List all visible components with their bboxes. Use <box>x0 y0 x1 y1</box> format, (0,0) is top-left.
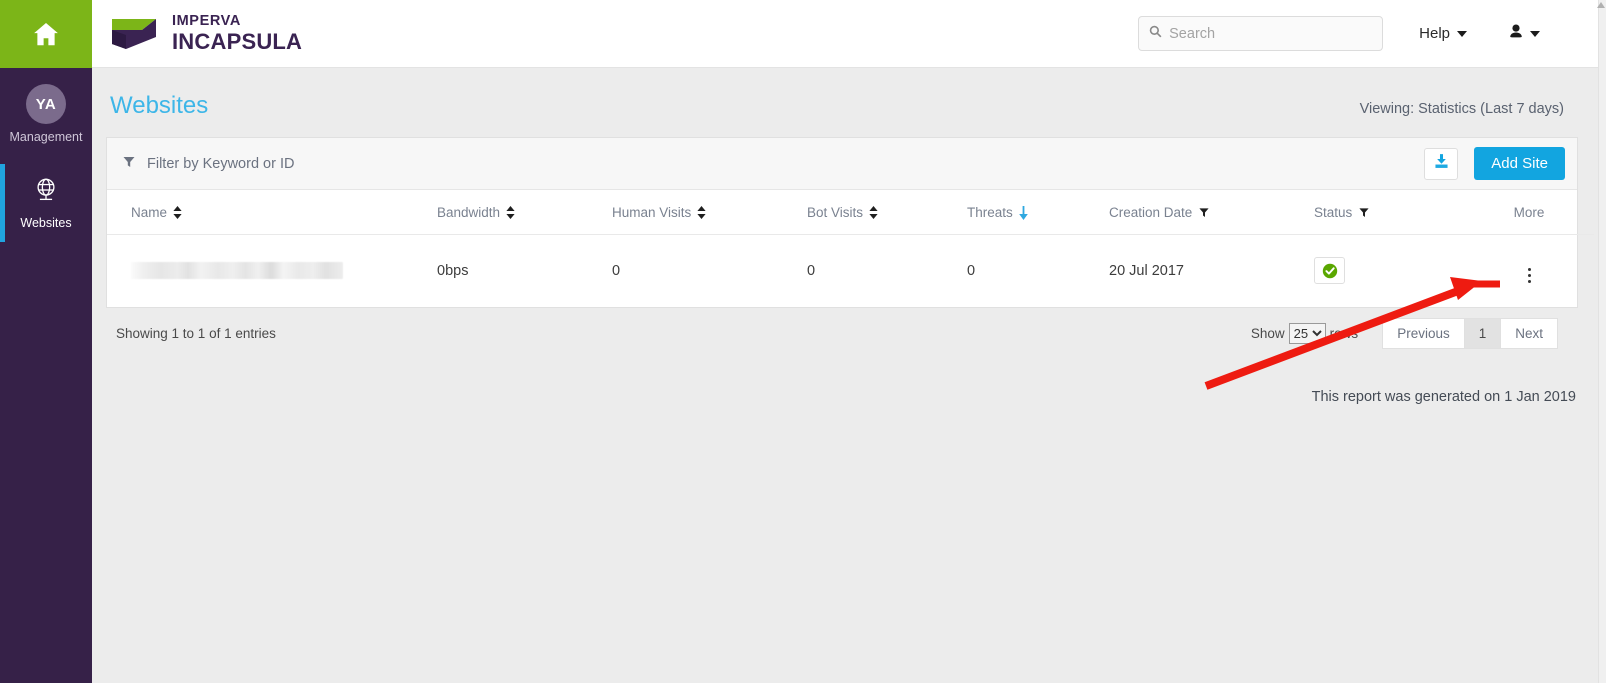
pagination-page-1[interactable]: 1 <box>1464 319 1502 348</box>
search-input[interactable] <box>1169 25 1373 42</box>
chevron-down-icon-user <box>1530 30 1540 37</box>
report-generated-note: This report was generated on 1 Jan 2019 <box>1311 389 1576 405</box>
cell-status <box>1314 235 1464 308</box>
add-site-button[interactable]: Add Site <box>1474 147 1565 180</box>
avatar: YA <box>26 84 66 124</box>
filter-icon-status <box>1359 208 1369 217</box>
table-body: 0bps 0 0 0 20 Jul 2017 <box>107 235 1594 308</box>
search-box[interactable] <box>1138 16 1384 51</box>
column-header-creation-date[interactable]: Creation Date <box>1109 190 1314 235</box>
redacted-site-name <box>131 262 343 279</box>
brand-logo[interactable]: IMPERVA INCAPSULA <box>109 13 302 55</box>
column-label-bandwidth: Bandwidth <box>437 205 501 220</box>
download-icon <box>1433 153 1450 175</box>
filter-icon-creation-date <box>1199 208 1209 217</box>
sidebar: YA Management Websites <box>0 0 92 683</box>
column-header-more: More <box>1464 190 1594 235</box>
pagination-previous[interactable]: Previous <box>1383 319 1465 348</box>
home-icon <box>31 19 61 49</box>
search-icon <box>1149 25 1162 43</box>
filter-icon <box>123 155 135 173</box>
cell-bot-visits: 0 <box>807 262 816 279</box>
sort-desc-active-icon <box>1018 205 1028 220</box>
cell-name <box>107 235 437 308</box>
table-footer: Showing 1 to 1 of 1 entries Show 25 rows… <box>106 308 1578 359</box>
column-header-bandwidth[interactable]: Bandwidth <box>437 190 612 235</box>
download-button[interactable] <box>1424 147 1459 180</box>
column-header-status[interactable]: Status <box>1314 190 1464 235</box>
vertical-scrollbar[interactable] <box>1597 0 1606 683</box>
chevron-down-icon <box>1457 30 1467 37</box>
scroll-up-arrow-icon[interactable] <box>1597 2 1605 8</box>
rows-per-page-select[interactable]: 25 <box>1288 323 1326 344</box>
help-label: Help <box>1419 25 1450 42</box>
table-header: Name Bandwidth Human Visits Bot Visits T… <box>107 190 1594 235</box>
column-label-human-visits: Human Visits <box>612 205 692 220</box>
column-header-name[interactable]: Name <box>107 190 437 235</box>
pagination-next[interactable]: Next <box>1501 319 1557 348</box>
check-circle-icon <box>1322 263 1337 278</box>
sites-card: Add Site Name <box>106 137 1594 308</box>
cell-more[interactable] <box>1464 235 1594 308</box>
entries-count: Showing 1 to 1 of 1 entries <box>116 326 276 341</box>
sort-icon <box>697 206 706 219</box>
sites-table: Name Bandwidth Human Visits Bot Visits T… <box>107 190 1594 307</box>
sort-icon <box>173 206 182 219</box>
help-menu[interactable]: Help <box>1419 25 1467 42</box>
status-badge <box>1314 257 1345 284</box>
column-label-status: Status <box>1314 205 1353 220</box>
column-header-threats[interactable]: Threats <box>967 190 1109 235</box>
show-label: Show <box>1250 326 1285 341</box>
rows-label: rows <box>1329 326 1359 341</box>
column-label-threats: Threats <box>967 205 1013 220</box>
page-content: Websites Viewing: Statistics (Last 7 day… <box>92 68 1598 683</box>
column-label-creation-date: Creation Date <box>1109 205 1193 220</box>
cell-human-visits: 0 <box>612 262 621 279</box>
column-label-more: More <box>1513 205 1545 220</box>
logo-text-imperva: IMPERVA <box>172 13 241 30</box>
avatar-initials: YA <box>35 95 57 113</box>
column-header-bot-visits[interactable]: Bot Visits <box>807 190 967 235</box>
column-header-human-visits[interactable]: Human Visits <box>612 190 807 235</box>
sidebar-item-management[interactable]: YA Management <box>0 68 92 159</box>
cell-creation-date: 20 Jul 2017 <box>1109 262 1184 279</box>
sidebar-item-websites[interactable]: Websites <box>0 159 92 245</box>
globe-icon <box>31 175 61 210</box>
pagination: Previous 1 Next <box>1382 318 1558 349</box>
column-label-name: Name <box>131 205 168 220</box>
table-row[interactable]: 0bps 0 0 0 20 Jul 2017 <box>107 235 1594 308</box>
filter-box[interactable] <box>123 155 477 173</box>
column-label-bot-visits: Bot Visits <box>807 205 864 220</box>
cell-threats: 0 <box>967 262 976 279</box>
show-rows-control: Show 25 rows <box>1251 323 1358 344</box>
sort-icon <box>506 206 515 219</box>
top-bar: IMPERVA INCAPSULA Help <box>92 0 1598 68</box>
cell-bandwidth: 0bps <box>437 262 469 279</box>
user-icon <box>1509 24 1523 44</box>
sidebar-item-label-websites: Websites <box>20 215 72 230</box>
filter-input[interactable] <box>147 155 477 172</box>
viewing-status: Viewing: Statistics (Last 7 days) <box>1359 101 1564 117</box>
home-button[interactable] <box>0 0 92 68</box>
logo-text-incapsula: INCAPSULA <box>172 28 303 54</box>
imperva-ribbon-icon <box>109 13 163 55</box>
kebab-menu-icon[interactable] <box>1527 267 1531 283</box>
app-root: YA Management Websites IMPERVA INCAPSULA… <box>0 0 1606 683</box>
sort-icon <box>869 206 878 219</box>
user-menu[interactable] <box>1509 24 1540 44</box>
sidebar-item-label-management: Management <box>9 130 83 144</box>
page-title: Websites <box>110 92 209 119</box>
card-toolbar: Add Site <box>107 138 1577 190</box>
